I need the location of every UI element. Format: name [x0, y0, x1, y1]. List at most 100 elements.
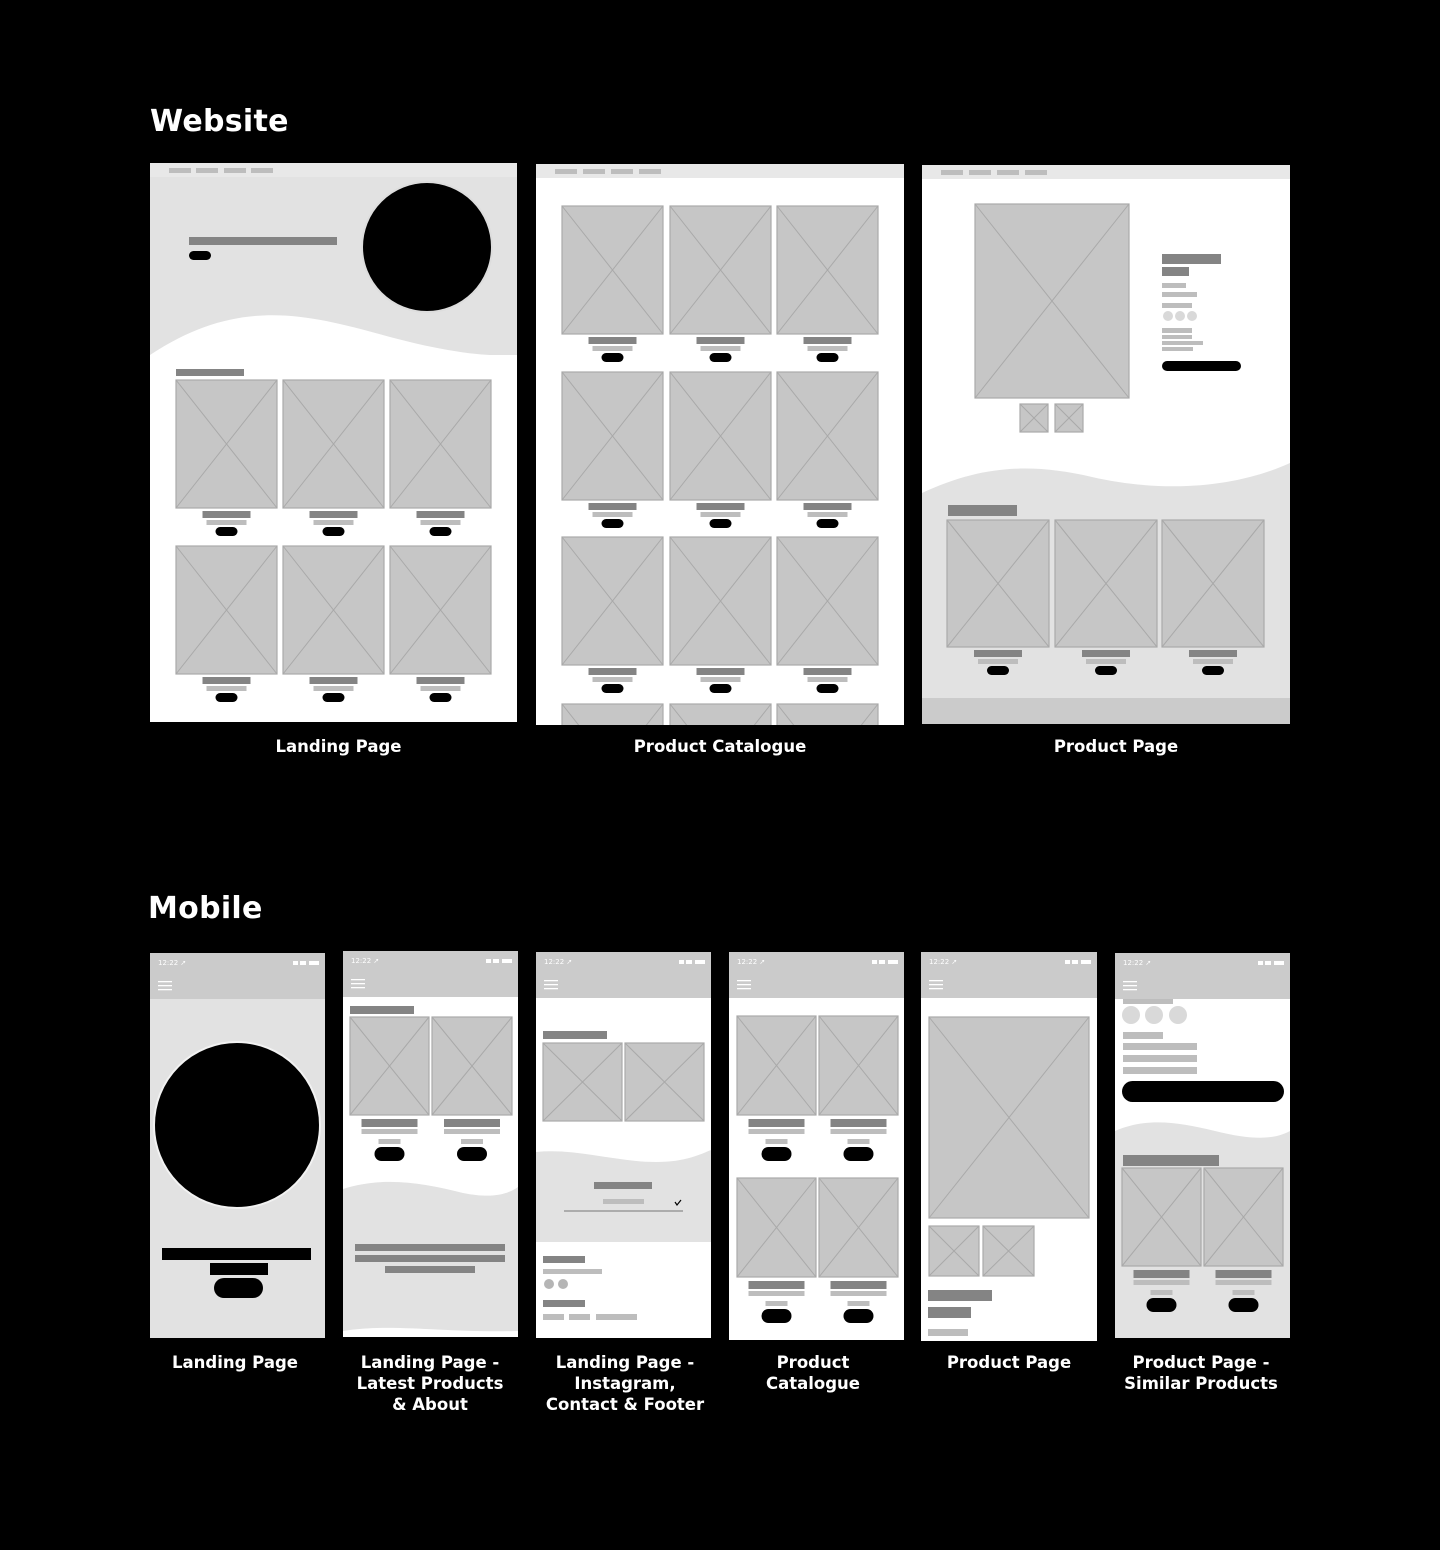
product-name-bar [696, 503, 745, 510]
product-card [669, 536, 772, 693]
product-name-bar [202, 677, 251, 684]
product-card [389, 545, 492, 702]
product-card [561, 536, 664, 693]
product-price-bar [592, 346, 633, 351]
hero-circle-image [361, 181, 493, 313]
image-placeholder [946, 519, 1050, 648]
battery-icon [888, 960, 898, 964]
product-button-pill [215, 527, 238, 536]
image-placeholder [431, 1016, 513, 1116]
product-price-bar [847, 1139, 870, 1144]
product-name-bar [444, 1119, 500, 1127]
image-placeholder [175, 379, 278, 509]
instagram-images [542, 1042, 705, 1122]
image-placeholder [669, 371, 772, 501]
website-landing-page-frame [150, 163, 517, 722]
product-card [669, 371, 772, 528]
contact-section [536, 1150, 711, 1242]
product-button-pill [709, 353, 732, 362]
product-button-pill [322, 527, 345, 536]
image-placeholder [818, 1015, 899, 1116]
product-price-bar [313, 686, 354, 691]
image-placeholder [561, 371, 664, 501]
product-button-pill [1095, 666, 1117, 675]
product-price-bar [206, 520, 247, 525]
product-price-bar [928, 1307, 971, 1318]
image-placeholder [561, 703, 664, 725]
product-card [282, 379, 385, 536]
mobile-similar-products-frame: 12:22 ➚ [1115, 953, 1290, 1338]
product-price-bar [461, 1139, 483, 1144]
product-button-pill [843, 1147, 874, 1161]
product-card [561, 205, 664, 362]
product-card [349, 1016, 430, 1161]
signal-icon [486, 959, 491, 963]
status-time: 12:22 ➚ [351, 957, 379, 965]
product-button-pill [601, 684, 624, 693]
product-name-bar [1133, 1270, 1190, 1278]
hero-headline-bar [162, 1248, 311, 1260]
battery-icon [695, 960, 705, 964]
image-placeholder [669, 205, 772, 335]
section-heading-bar [350, 1006, 414, 1014]
product-name-bar [416, 677, 465, 684]
contact-heading-bar [594, 1182, 652, 1189]
product-button-pill [843, 1309, 874, 1323]
product-price-bar [807, 677, 848, 682]
image-placeholder [1121, 1167, 1202, 1267]
main-product-image [974, 203, 1130, 399]
wifi-icon [1072, 960, 1078, 964]
mobile-instagram-contact-frame: 12:22 ➚ [536, 952, 711, 1338]
product-name-bar [803, 337, 852, 344]
mobile-section-title: Mobile [148, 891, 263, 926]
image-placeholder [736, 1015, 817, 1116]
product-button-pill [429, 527, 452, 536]
product-name-bar [416, 511, 465, 518]
product-button-pill [709, 519, 732, 528]
product-name-bar [1215, 1270, 1272, 1278]
product-button-pill [987, 666, 1009, 675]
product-price-bar [592, 677, 633, 682]
status-time: 12:22 ➚ [158, 959, 186, 967]
product-price-bar [807, 512, 848, 517]
product-button-pill [761, 1309, 792, 1323]
catalogue-grid [736, 1015, 899, 1323]
signal-icon [1258, 961, 1263, 965]
add-to-cart-pill [1122, 1081, 1284, 1102]
product-price-bar [420, 686, 461, 691]
product-price-bar [313, 520, 354, 525]
product-card [282, 545, 385, 702]
product-price-bar [700, 677, 741, 682]
product-name-bar [974, 650, 1022, 657]
product-card [669, 205, 772, 362]
wifi-icon [1265, 961, 1271, 965]
image-placeholder [1054, 519, 1158, 648]
product-name-bar [588, 337, 637, 344]
mobile-latest-products-frame: 12:22 ➚ [343, 951, 518, 1337]
image-placeholder [282, 545, 385, 675]
hero-cta-pill [189, 251, 211, 260]
product-name-bar [696, 337, 745, 344]
product-price-bar [592, 512, 633, 517]
website-product-catalogue-frame [536, 164, 904, 725]
instagram-heading-bar [543, 1031, 607, 1039]
product-price-bar [1086, 659, 1126, 664]
product-price-bar [765, 1301, 788, 1306]
product-button-pill [1228, 1298, 1259, 1312]
wifi-icon [879, 960, 885, 964]
product-price-bar [765, 1139, 788, 1144]
hero-cta-pill [214, 1278, 263, 1298]
add-to-cart-pill [1162, 361, 1241, 371]
product-card [736, 1177, 817, 1323]
product-card [561, 371, 664, 528]
product-card [776, 536, 879, 693]
image-placeholder [561, 205, 664, 335]
product-button-pill [816, 519, 839, 528]
product-card [736, 1015, 817, 1161]
mobile-latest-products-caption: Landing Page - Latest Products & About [356, 1353, 504, 1414]
product-name-bar [803, 503, 852, 510]
product-price-bar [206, 686, 247, 691]
product-name-bar [309, 511, 358, 518]
product-name-bar [748, 1281, 805, 1289]
website-product-catalogue-caption: Product Catalogue [633, 737, 807, 756]
